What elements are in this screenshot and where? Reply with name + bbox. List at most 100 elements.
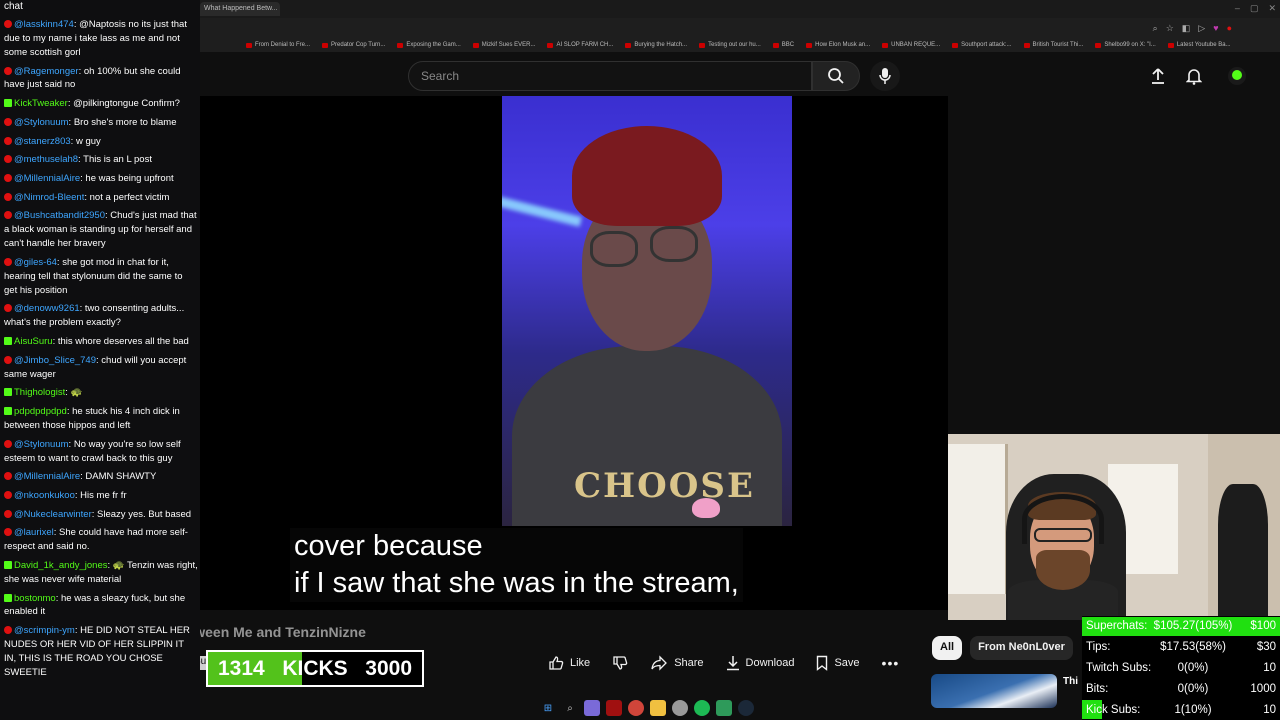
- chat-username[interactable]: @Ragemonger: [14, 66, 79, 77]
- chat-username[interactable]: @denoww9261: [14, 303, 80, 314]
- chat-username[interactable]: @nkoonkukoo: [14, 490, 75, 501]
- chat-username[interactable]: @Stylonuum: [14, 117, 69, 128]
- more-icon: •••: [881, 655, 900, 671]
- windows-start-icon[interactable]: ⊞: [540, 700, 556, 716]
- chat-username[interactable]: @Jimbo_Slice_749: [14, 355, 96, 366]
- bookmark-item[interactable]: AI SLOP FARM CH...: [547, 38, 613, 52]
- kick-badge-icon: [4, 593, 12, 602]
- goal-value: $17.53(58%): [1160, 641, 1226, 654]
- bookmark-item[interactable]: UNBAN REQUE...: [882, 38, 940, 52]
- dislike-button[interactable]: [604, 650, 636, 676]
- chip-from-channel[interactable]: From Ne0nL0ver: [970, 636, 1073, 660]
- chat-username[interactable]: @methuselah8: [14, 154, 78, 165]
- bookmark-item[interactable]: From Denial to Fre...: [246, 38, 310, 52]
- donation-goals-panel: Superchats: $105.27(105%) $100 Tips: $17.53(…: [1082, 616, 1280, 720]
- chat-username[interactable]: @Nukeclearwinter: [14, 509, 92, 520]
- related-video-title[interactable]: Thi: [1063, 676, 1078, 687]
- search-taskbar-icon[interactable]: ⌕: [562, 700, 578, 716]
- youtube-badge-icon: [4, 155, 12, 164]
- chat-username[interactable]: @MillennialAire: [14, 471, 80, 482]
- notifications-button[interactable]: [1184, 66, 1204, 86]
- extension-icon[interactable]: ◧: [1182, 23, 1191, 34]
- save-button[interactable]: Save: [808, 650, 867, 676]
- bookmark-item[interactable]: Mizkif Sues EVER...: [472, 38, 535, 52]
- upload-button[interactable]: [1148, 66, 1168, 86]
- chat-username[interactable]: @scrimpin-ym: [14, 625, 75, 636]
- more-actions-button[interactable]: •••: [874, 650, 908, 676]
- search-icon: [828, 68, 844, 84]
- bookmark-item[interactable]: Latest Youtube Ba...: [1167, 38, 1231, 52]
- bookmark-item[interactable]: Southport attack:...: [952, 38, 1012, 52]
- chat-username[interactable]: bostonmo: [14, 593, 56, 604]
- browser-tab-active[interactable]: What Happened Betw...: [200, 2, 280, 16]
- bookmark-icon[interactable]: ☆: [1166, 23, 1174, 34]
- address-bar[interactable]: ⌕ ☆ ◧ ▷ ♥ ●: [200, 18, 1280, 38]
- bookmark-label: Testing out our hu...: [708, 42, 761, 48]
- folder-icon[interactable]: [650, 700, 666, 716]
- goal-target: 10: [1263, 661, 1276, 674]
- bell-icon: [1186, 69, 1202, 85]
- youtube-badge-icon: [4, 173, 12, 182]
- related-video-thumbnail[interactable]: [931, 674, 1057, 708]
- chip-all[interactable]: All: [932, 636, 963, 660]
- chat-username[interactable]: @lasskinn474: [14, 19, 74, 30]
- app-icon-2[interactable]: [606, 700, 622, 716]
- bookmark-item[interactable]: Shelbo99 on X: "I...: [1095, 38, 1156, 52]
- app-icon-1[interactable]: [584, 700, 600, 716]
- chat-username[interactable]: AisuSuru: [14, 336, 53, 347]
- webcam-overlay: [948, 434, 1280, 620]
- bookmark-item[interactable]: Exposing the Gam...: [397, 38, 461, 52]
- chat-message: @MillennialAire: he was being upfront: [4, 172, 198, 186]
- share-button[interactable]: Share: [642, 650, 711, 676]
- chat-username[interactable]: @giles-64: [14, 257, 57, 268]
- chat-message: @denoww9261: two consenting adults... wh…: [4, 302, 198, 330]
- chat-username[interactable]: @Stylonuum: [14, 439, 69, 450]
- bookmark-item[interactable]: Predator Cop Turn...: [322, 38, 385, 52]
- youtube-badge-icon: [4, 439, 12, 448]
- chrome-icon[interactable]: [628, 700, 644, 716]
- search-input[interactable]: Search: [408, 61, 812, 91]
- chat-username[interactable]: @stanerz803: [14, 136, 71, 147]
- zoom-icon[interactable]: ⌕: [1153, 23, 1158, 34]
- chat-username[interactable]: @Nimrod-Bleent: [14, 192, 84, 203]
- play-icon[interactable]: ▷: [1198, 23, 1205, 34]
- bookmark-label: How Elon Musk an...: [815, 42, 871, 48]
- chat-message: @scrimpin-ym: HE DID NOT STEAL HER NUDES…: [4, 624, 198, 680]
- chat-username[interactable]: KickTweaker: [14, 98, 68, 109]
- spotify-icon[interactable]: [694, 700, 710, 716]
- youtube-favicon-icon: [322, 42, 329, 48]
- chat-username[interactable]: David_1k_andy_jones: [14, 560, 107, 571]
- chat-message: @Nukeclearwinter: Sleazy yes. But based: [4, 508, 198, 522]
- youtube-badge-icon: [4, 528, 12, 537]
- thumbs-up-icon: [549, 656, 564, 670]
- youtube-badge-icon: [4, 355, 12, 364]
- download-button[interactable]: Download: [718, 650, 803, 676]
- youtube-badge-icon: [4, 626, 12, 635]
- bookmark-item[interactable]: How Elon Musk an...: [806, 38, 870, 52]
- chat-username[interactable]: Thighologist: [14, 387, 65, 398]
- search-button[interactable]: [812, 61, 860, 91]
- chat-username[interactable]: @MillennialAire: [14, 173, 80, 184]
- bookmark-item[interactable]: British Tourist Thi...: [1023, 38, 1083, 52]
- goal-row: Superchats: $105.27(105%) $100: [1082, 616, 1280, 637]
- bookmark-item[interactable]: Burying the Hatch...: [625, 38, 687, 52]
- chat-username[interactable]: pdpdpdpdpd: [14, 406, 67, 417]
- like-button[interactable]: Like: [540, 650, 598, 676]
- voice-search-button[interactable]: [870, 61, 900, 91]
- heart-icon[interactable]: ♥: [1213, 23, 1218, 34]
- bookmark-label: Predator Cop Turn...: [331, 42, 386, 48]
- minimize-icon[interactable]: –: [1235, 3, 1240, 14]
- app-icon-3[interactable]: [672, 700, 688, 716]
- app-icon-4[interactable]: [716, 700, 732, 716]
- steam-icon[interactable]: [738, 700, 754, 716]
- maximize-icon[interactable]: ▢: [1250, 3, 1259, 14]
- bookmark-item[interactable]: BBC: [772, 38, 794, 52]
- close-icon[interactable]: ✕: [1268, 3, 1276, 14]
- bookmark-item[interactable]: Testing out our hu...: [699, 38, 761, 52]
- avatar[interactable]: [1227, 66, 1247, 86]
- chat-username[interactable]: @Bushcatbandit2950: [14, 210, 105, 221]
- chat-username[interactable]: @laurixel: [14, 527, 54, 538]
- record-icon[interactable]: ●: [1227, 23, 1232, 34]
- chat-message: pdpdpdpdpd: he stuck his 4 inch dick in …: [4, 405, 198, 433]
- youtube-badge-icon: [4, 136, 12, 145]
